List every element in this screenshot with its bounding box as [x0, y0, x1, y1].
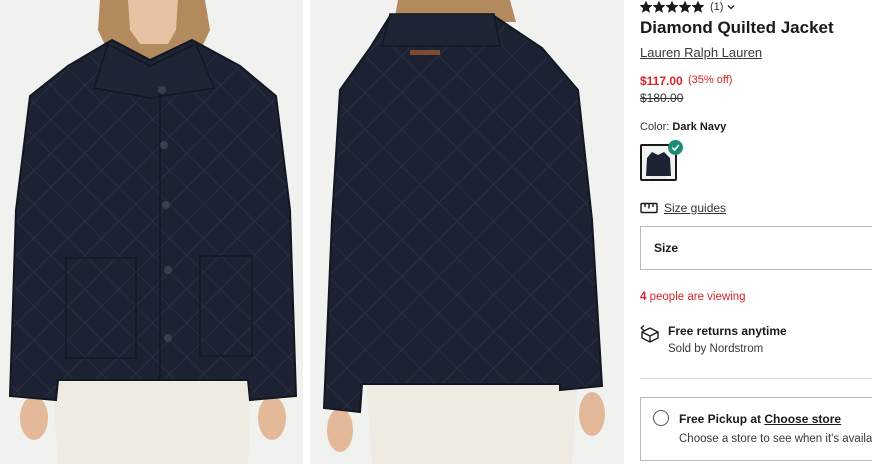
choose-store-link[interactable]: Choose store: [764, 412, 841, 426]
size-select[interactable]: Size: [640, 226, 872, 270]
discount-percent: (35% off): [688, 74, 733, 86]
pickup-subtext: Choose a store to see when it's availab: [679, 433, 872, 445]
color-label-text: Color:: [640, 121, 670, 133]
star-icon: [679, 1, 691, 13]
star-icon: [692, 1, 704, 13]
color-value: Dark Navy: [672, 121, 727, 133]
product-image-back[interactable]: [310, 0, 624, 464]
sale-price: $117.00: [640, 74, 683, 88]
size-guides-link[interactable]: Size guides: [640, 201, 726, 215]
free-returns-title: Free returns anytime: [668, 324, 787, 338]
pickup-title: Free Pickup at Choose store: [679, 412, 841, 426]
ruler-icon: [640, 202, 658, 214]
brand-link[interactable]: Lauren Ralph Lauren: [640, 45, 762, 60]
product-info-panel: (1) Diamond Quilted Jacket Lauren Ralph …: [640, 0, 872, 464]
product-title: Diamond Quilted Jacket: [640, 18, 834, 37]
checkmark-icon: [668, 140, 683, 155]
rating-count[interactable]: (1): [710, 1, 723, 13]
color-label: Color: Dark Navy: [640, 121, 726, 133]
viewers-text: people are viewing: [649, 291, 746, 303]
pickup-radio[interactable]: [653, 410, 669, 426]
product-image-front[interactable]: [0, 0, 303, 464]
star-icon: [640, 1, 652, 13]
star-icon: [666, 1, 678, 13]
jacket-back-illustration: [322, 0, 605, 464]
original-price: $180.00: [640, 91, 684, 105]
pickup-prefix: Free Pickup at: [679, 412, 762, 426]
returns-icon: [640, 325, 659, 343]
viewers-number: 4: [640, 291, 647, 303]
jacket-front-illustration: [8, 0, 298, 464]
seller-text: Sold by Nordstrom: [668, 343, 764, 355]
returns-info: Free returns anytime Sold by Nordstrom: [640, 324, 787, 355]
chevron-down-icon[interactable]: [727, 3, 735, 11]
rating-row[interactable]: (1): [640, 0, 735, 14]
star-rating: [640, 1, 704, 13]
star-icon: [653, 1, 665, 13]
size-guides-label[interactable]: Size guides: [664, 201, 726, 215]
pickup-option[interactable]: Free Pickup at Choose store Choose a sto…: [640, 397, 872, 461]
viewers-count: 4 people are viewing: [640, 291, 746, 303]
section-divider: [640, 378, 872, 379]
color-swatch-dark-navy[interactable]: [640, 140, 683, 181]
size-select-label: Size: [654, 241, 679, 255]
